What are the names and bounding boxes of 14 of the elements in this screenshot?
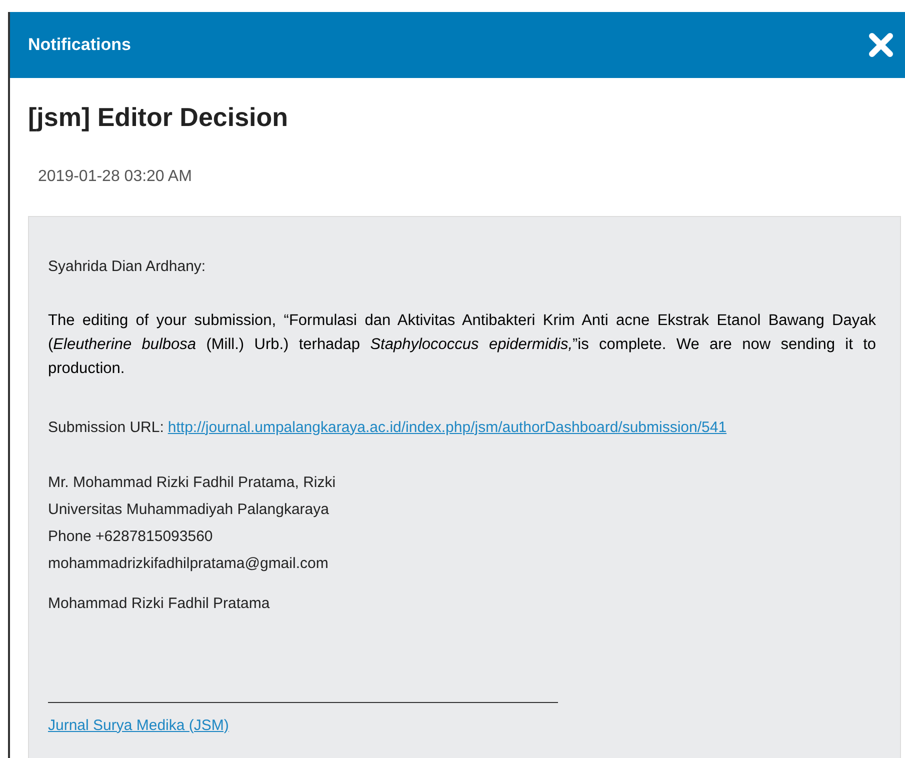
notification-title: [jsm] Editor Decision	[28, 101, 288, 134]
contact-line: Mr. Mohammad Rizki Fadhil Pratama, Rizki	[48, 473, 336, 493]
dialog-title: Notifications	[28, 34, 131, 56]
submission-link[interactable]: http://journal.umpalangkaraya.ac.id/index.php/jsm/authorDashboard/submission/541	[168, 416, 727, 439]
contact-line: Universitas Muhammadiyah Palangkaraya	[48, 500, 330, 520]
notification-date: 2019-01-28 03:20 AM	[38, 167, 192, 187]
url-label: Submission URL:	[48, 418, 164, 438]
journal-link[interactable]: Jurnal Surya Medika (JSM)	[48, 714, 229, 737]
signature: Mohammad Rizki Fadhil Pratama	[48, 594, 270, 614]
contact-line: Phone +6287815093560	[48, 527, 214, 547]
greeting: Syahrida Dian Ardhany:	[48, 257, 206, 277]
close-icon	[868, 32, 894, 58]
message-text: The editing of your submission, “Formulasi dan Aktivitas Antibakteri Krim Anti acne Ekstrak Etanol Bawang Dayak (Eleutherine bulbosa (Mill.) Urb.) terhadap Staphylococcus epidermidis,”is complete. We are now sending it to production.	[48, 310, 876, 378]
contact-line: mohammadrizkifadhilpratama@gmail.com	[48, 554, 330, 574]
